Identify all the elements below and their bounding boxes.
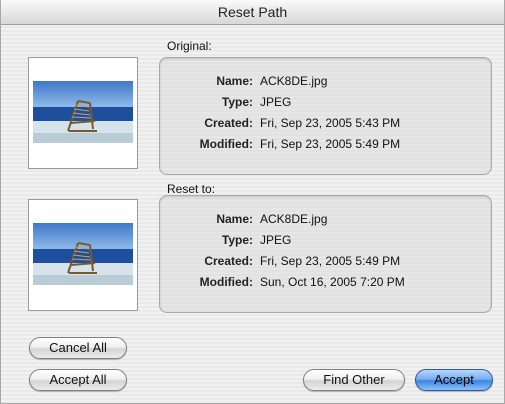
original-info-panel: Name: ACK8DE.jpg Type: JPEG Created: Fri… <box>159 57 492 175</box>
created-value: Fri, Sep 23, 2005 5:43 PM <box>260 116 401 130</box>
type-label: Type: <box>221 233 253 247</box>
created-label: Created: <box>204 116 253 130</box>
modified-label: Modified: <box>199 137 253 151</box>
cancel-all-button[interactable]: Cancel All <box>29 337 127 359</box>
accept-all-button[interactable]: Accept All <box>29 369 127 391</box>
name-value: ACK8DE.jpg <box>260 212 328 226</box>
reset-name-row: Name: ACK8DE.jpg <box>160 210 493 228</box>
created-value: Fri, Sep 23, 2005 5:49 PM <box>260 254 401 268</box>
type-value: JPEG <box>260 233 292 247</box>
reset-path-dialog: Reset Path Original: Name: ACK8DE.jpg Ty… <box>0 0 505 404</box>
reset-modified-row: Modified: Sun, Oct 16, 2005 7:20 PM <box>160 273 493 291</box>
original-name-row: Name: ACK8DE.jpg <box>160 72 493 90</box>
name-label: Name: <box>216 212 253 226</box>
reset-to-thumbnail <box>28 199 138 311</box>
window-title: Reset Path <box>1 0 504 25</box>
reset-to-info-panel: Name: ACK8DE.jpg Type: JPEG Created: Fri… <box>159 195 492 313</box>
original-heading: Original: <box>167 39 212 53</box>
find-other-button[interactable]: Find Other <box>303 369 405 391</box>
reset-to-heading: Reset to: <box>167 182 216 196</box>
name-label: Name: <box>216 74 253 88</box>
accept-button[interactable]: Accept <box>415 369 493 391</box>
created-label: Created: <box>204 254 253 268</box>
beach-chair-photo <box>33 81 133 143</box>
beach-chair-photo <box>33 223 133 285</box>
reset-created-row: Created: Fri, Sep 23, 2005 5:49 PM <box>160 252 493 270</box>
modified-value: Sun, Oct 16, 2005 7:20 PM <box>260 275 405 289</box>
modified-value: Fri, Sep 23, 2005 5:49 PM <box>260 137 401 151</box>
modified-label: Modified: <box>199 275 253 289</box>
original-thumbnail <box>28 57 138 169</box>
reset-type-row: Type: JPEG <box>160 231 493 249</box>
original-modified-row: Modified: Fri, Sep 23, 2005 5:49 PM <box>160 135 493 153</box>
type-label: Type: <box>221 95 253 109</box>
type-value: JPEG <box>260 95 292 109</box>
original-created-row: Created: Fri, Sep 23, 2005 5:43 PM <box>160 114 493 132</box>
original-type-row: Type: JPEG <box>160 93 493 111</box>
name-value: ACK8DE.jpg <box>260 74 328 88</box>
